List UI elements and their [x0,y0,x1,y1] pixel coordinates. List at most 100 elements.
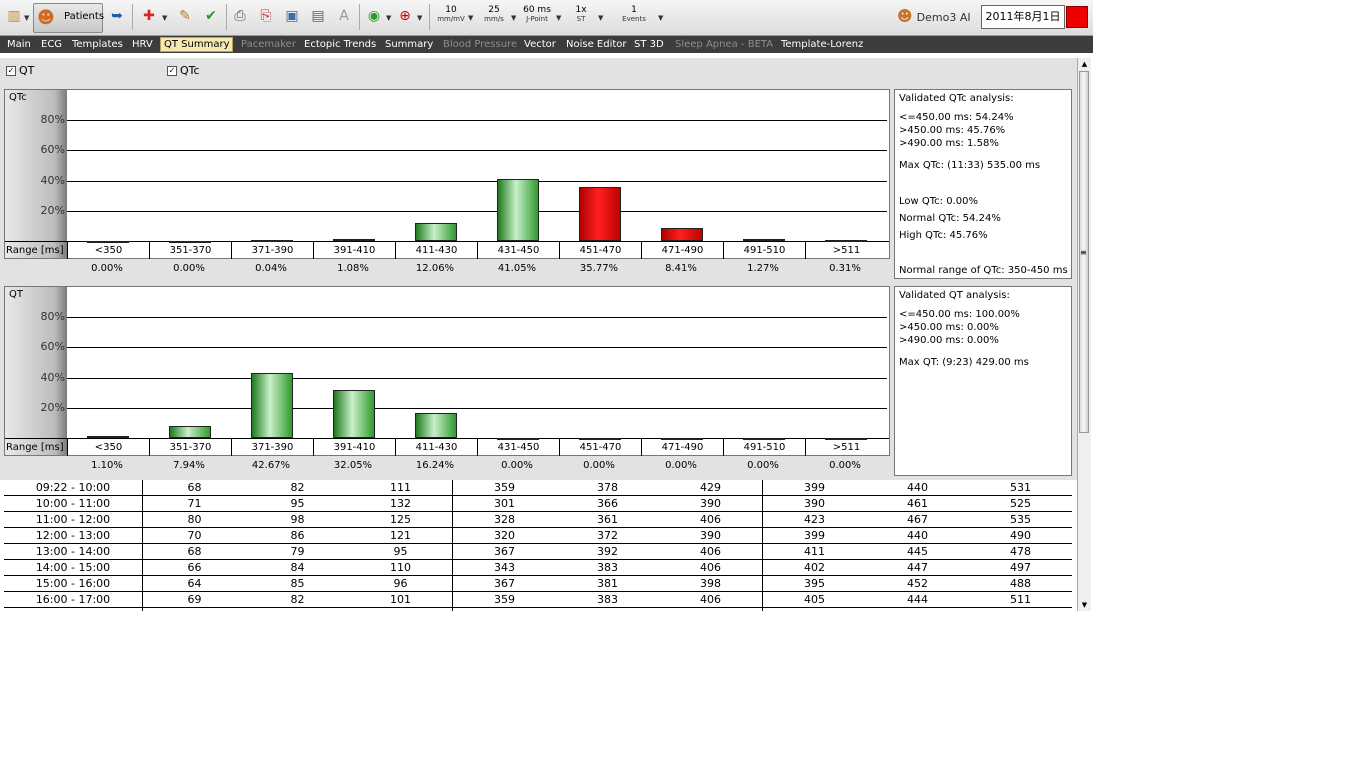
qtc-checkbox[interactable]: ✓ QTc [167,64,200,77]
tab-vector[interactable]: Vector [524,38,556,51]
table-row[interactable]: 16:00 - 17:00 69 82 101 359 383 406 405 444 511 [4,591,1072,608]
tab-template-lorenz[interactable]: Template-Lorenz [781,38,863,51]
menu-icon[interactable]: ▥ [4,6,24,26]
value-cell: 392 [556,543,659,560]
value-cell: 367 [452,575,556,592]
table-row[interactable]: 17:00 - 18:00657997359381404410447499 [4,607,1072,611]
ecg-icon[interactable]: ✚ [139,6,159,26]
value-cell: 490 [969,527,1072,544]
user-info[interactable]: ☻ Demo3 AI [897,7,971,27]
speed-value: 25 [488,5,500,15]
chevron-down-icon[interactable]: ▼ [658,14,663,22]
gridline [67,181,887,182]
value-cell: 82 [246,591,349,608]
disk-icon[interactable]: ▣ [282,6,302,26]
value-cell: 390 [659,495,763,512]
st-value: 1x [575,5,587,15]
range-category-label: 471-490 [641,242,723,259]
range-category-label: 391-410 [313,242,395,259]
chevron-down-icon[interactable]: ▼ [468,14,473,22]
percentage-label: 0.00% [91,263,123,274]
histogram-bar [87,436,129,438]
st-setting[interactable]: 1x ST [570,6,592,24]
scroll-up-icon[interactable]: ▲ [1078,58,1091,70]
tab-noise-editor[interactable]: Noise Editor [566,38,627,51]
value-cell: 447 [866,559,969,576]
histogram-bar [579,187,621,241]
chevron-down-icon[interactable]: ▼ [162,14,167,22]
histogram-bar [661,228,703,241]
chevron-down-icon[interactable]: ▼ [556,14,561,22]
search-icon[interactable]: ⊕ [395,6,415,26]
percentage-label: 35.77% [579,263,619,274]
value-cell: 440 [866,480,969,496]
percentage-label: 32.05% [333,460,373,471]
edit-icon[interactable]: ✎ [175,6,195,26]
chevron-down-icon[interactable]: ▼ [24,14,29,22]
print-icon[interactable]: ⎙ [230,6,250,26]
tab-st-3d[interactable]: ST 3D [634,38,664,51]
percentage-label: 0.00% [501,460,533,471]
jpoint-setting[interactable]: 60 ms J-Point [520,6,554,24]
chevron-down-icon[interactable]: ▼ [511,14,516,22]
approve-icon[interactable]: ✔ [201,6,221,26]
value-cell: 440 [866,527,969,544]
patients-button[interactable]: ☻ Patients [33,3,104,33]
scroll-down-icon[interactable]: ▼ [1078,599,1091,611]
tab-summary[interactable]: Summary [385,38,433,51]
hourly-qt-table[interactable]: 09:22 - 10:00 68 82 111 359 378 429 399 440 531 10… [4,480,1075,611]
tab-qt-summary[interactable]: QT Summary [160,37,234,52]
table-row[interactable]: 14:00 - 15:00 66 84 110 343 383 406 402 447 497 [4,559,1072,576]
user-icon: ☻ [897,7,913,25]
vertical-scrollbar[interactable]: ▲ ≡ ▼ [1077,58,1091,611]
table-row[interactable]: 15:00 - 16:00 64 85 96 367 381 398 395 452 488 [4,575,1072,592]
tab-hrv[interactable]: HRV [132,38,153,51]
value-cell: 372 [556,527,659,544]
table-row[interactable]: 12:00 - 13:00 70 86 121 320 372 390 399 440 490 [4,527,1072,544]
chevron-down-icon[interactable]: ▼ [598,14,603,22]
gridline [67,211,887,212]
time-range-cell: 16:00 - 17:00 [4,591,143,608]
time-range-cell: 11:00 - 12:00 [4,511,143,528]
gain-setting[interactable]: 10 mm/mV [436,6,466,24]
range-category-label: 491-510 [723,242,805,259]
table-row[interactable]: 11:00 - 12:00 80 98 125 328 361 406 423 467 535 [4,511,1072,528]
table-row[interactable]: 09:22 - 10:00 68 82 111 359 378 429 399 440 531 [4,480,1072,496]
table-row[interactable]: 13:00 - 14:00 68 79 95 367 392 406 411 445 478 [4,543,1072,560]
text-icon[interactable]: A [334,6,354,26]
tab-main[interactable]: Main [7,38,31,51]
tab-ecg[interactable]: ECG [41,38,62,51]
percentage-label: 8.41% [665,263,697,274]
globe-icon[interactable]: ◉ [364,6,384,26]
value-cell: 82 [246,480,349,496]
disk-copy-icon[interactable]: ▤ [308,6,328,26]
value-cell: 320 [452,527,556,544]
y-tick-label: 80% [40,113,65,126]
value-cell: 511 [969,591,1072,608]
events-setting[interactable]: 1 Events [618,6,650,24]
qt-max: Max QT: (9:23) 429.00 ms [899,357,1029,368]
table-row[interactable]: 10:00 - 11:00 71 95 132 301 366 390 390 461 525 [4,495,1072,512]
gridline [67,317,887,318]
value-cell: 383 [556,591,659,608]
gain-value: 10 [445,5,457,15]
percentage-label: 42.67% [251,460,291,471]
qt-checkbox[interactable]: ✓ QT [6,64,34,77]
chevron-down-icon[interactable]: ▼ [417,14,422,22]
range-category-label: 411-430 [395,242,477,259]
speed-setting[interactable]: 25 mm/s [480,6,508,24]
events-value: 1 [631,5,637,15]
tab-templates[interactable]: Templates [72,38,123,51]
value-cell: 406 [659,559,763,576]
qtc-gt450: >450.00 ms: 45.76% [899,125,1006,136]
value-cell: 84 [246,559,349,576]
print-report-icon[interactable]: ⎘ [256,6,276,26]
value-cell: 98 [246,511,349,528]
status-indicator[interactable] [1066,6,1088,28]
chevron-down-icon[interactable]: ▼ [386,14,391,22]
value-cell: 467 [866,511,969,528]
export-icon[interactable]: ➥ [107,6,127,26]
qt-le450: <=450.00 ms: 100.00% [899,309,1020,320]
histogram-bar [497,438,539,440]
tab-ectopic-trends[interactable]: Ectopic Trends [304,38,376,51]
